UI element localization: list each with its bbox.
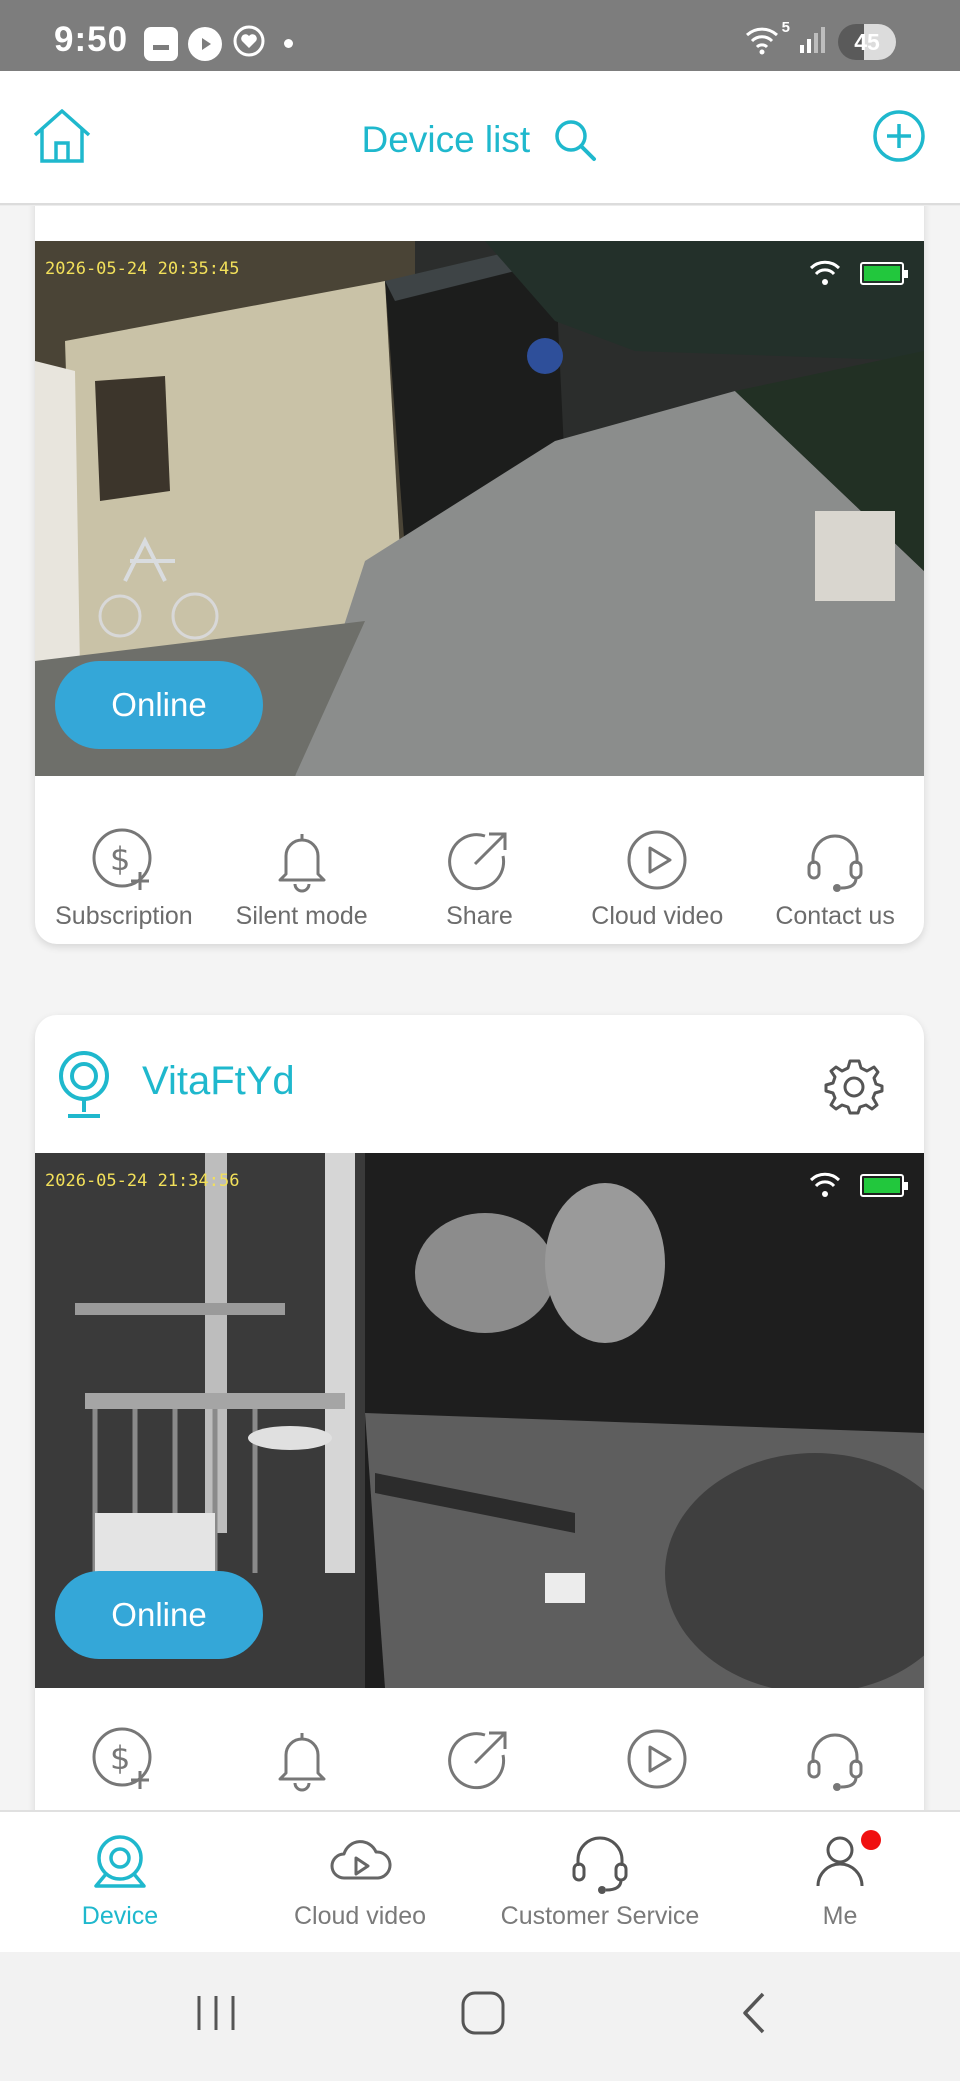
heart-status-icon xyxy=(232,24,266,63)
battery-indicator: 45 xyxy=(838,24,896,60)
contact-us-button[interactable] xyxy=(746,1725,924,1793)
camera-name[interactable]: VitaFtYd xyxy=(142,1059,295,1104)
action-label: Subscription xyxy=(55,902,193,930)
subscription-dollar-icon: $ xyxy=(92,828,152,890)
camera-card-header: VitaFtYd xyxy=(35,1015,924,1153)
device-list[interactable]: 2026-05-24 20:35:45 Online $ Subscriptio… xyxy=(0,206,960,1810)
share-icon xyxy=(448,832,507,891)
cloud-play-icon xyxy=(330,1840,392,1880)
camera-actions: $ xyxy=(35,1725,924,1793)
headset-icon xyxy=(572,1836,628,1894)
clock: 9:50 xyxy=(54,20,129,59)
feed-battery-icon xyxy=(860,262,908,285)
action-label: Share xyxy=(446,902,513,930)
share-icon xyxy=(448,1731,507,1790)
headset-icon xyxy=(807,834,863,892)
cloud-video-button[interactable] xyxy=(568,1725,746,1793)
app-header: Device list xyxy=(0,71,960,205)
subscription-dollar-icon: $ xyxy=(92,1727,152,1789)
action-label: Silent mode xyxy=(235,902,368,930)
play-circle-icon xyxy=(627,1729,687,1789)
more-notifications-dot xyxy=(284,39,293,48)
camera-card: VitaFtYd 2026-05-24 21:34:56 Online $ xyxy=(35,1015,924,1810)
contact-us-button[interactable]: Contact us xyxy=(746,826,924,931)
system-status-icons: 5 45 xyxy=(744,19,896,60)
camera-feed[interactable]: 2026-05-24 21:34:56 Online xyxy=(35,1153,924,1688)
nav-label: Customer Service xyxy=(500,1902,700,1930)
system-nav-bar xyxy=(0,1952,960,2081)
share-button[interactable]: Share xyxy=(391,826,569,931)
nav-label: Cloud video xyxy=(293,1902,427,1930)
online-status-badge: Online xyxy=(55,661,263,749)
status-bar: 9:50 5 45 xyxy=(0,0,960,71)
tab-me[interactable]: Me xyxy=(720,1812,960,1952)
play-circle-icon xyxy=(627,830,687,890)
silent-mode-button[interactable] xyxy=(213,1725,391,1793)
home-button-icon[interactable] xyxy=(460,1990,506,2036)
tab-device[interactable]: Device xyxy=(0,1812,240,1952)
bell-icon xyxy=(278,834,326,893)
cloud-video-button[interactable]: Cloud video xyxy=(568,826,746,931)
bottom-nav: Device Cloud video Customer Service Me xyxy=(0,1810,960,1952)
feed-timestamp: 2026-05-24 21:34:56 xyxy=(45,1171,240,1191)
action-label: Cloud video xyxy=(591,902,724,930)
bell-icon xyxy=(278,1733,326,1792)
feed-wifi-icon xyxy=(809,260,841,285)
back-icon[interactable] xyxy=(733,1990,779,2036)
online-status-badge: Online xyxy=(55,1571,263,1659)
tab-cloud-video[interactable]: Cloud video xyxy=(240,1812,480,1952)
camera-card: 2026-05-24 20:35:45 Online $ Subscriptio… xyxy=(35,206,924,944)
webcam-icon xyxy=(59,1051,109,1118)
plus-circle-icon[interactable] xyxy=(866,103,932,169)
svg-text:$: $ xyxy=(110,840,130,878)
search-icon[interactable] xyxy=(552,117,598,163)
page-title: Device list xyxy=(361,119,531,161)
gear-icon[interactable] xyxy=(824,1055,884,1115)
notification-icons xyxy=(144,24,293,63)
subscription-button[interactable]: $ xyxy=(35,1725,213,1793)
camera-actions: $ Subscription Silent mode Share Cloud v… xyxy=(35,826,924,931)
feed-battery-icon xyxy=(860,1174,908,1197)
recent-apps-icon[interactable] xyxy=(193,1990,239,2036)
network-type: 5 xyxy=(781,18,790,36)
subscription-button[interactable]: $ Subscription xyxy=(35,826,213,931)
headset-icon xyxy=(807,1733,863,1791)
notification-badge xyxy=(861,1830,881,1850)
wifi-signal-icon: 5 xyxy=(744,19,790,60)
webcam-icon xyxy=(94,1835,146,1888)
nav-label: Device xyxy=(81,1902,159,1930)
cell-signal-icon xyxy=(798,25,828,60)
feed-timestamp: 2026-05-24 20:35:45 xyxy=(45,259,240,279)
action-label: Contact us xyxy=(775,902,895,930)
silent-mode-button[interactable]: Silent mode xyxy=(213,826,391,931)
page-title-group: Device list xyxy=(0,117,960,163)
notification-app-icon xyxy=(144,26,178,61)
media-play-icon xyxy=(188,26,222,61)
tab-customer-service[interactable]: Customer Service xyxy=(480,1812,720,1952)
nav-label: Me xyxy=(822,1902,858,1930)
feed-wifi-icon xyxy=(809,1172,841,1197)
svg-text:$: $ xyxy=(110,1739,130,1777)
camera-feed[interactable]: 2026-05-24 20:35:45 Online xyxy=(35,241,924,776)
share-button[interactable] xyxy=(391,1725,569,1793)
